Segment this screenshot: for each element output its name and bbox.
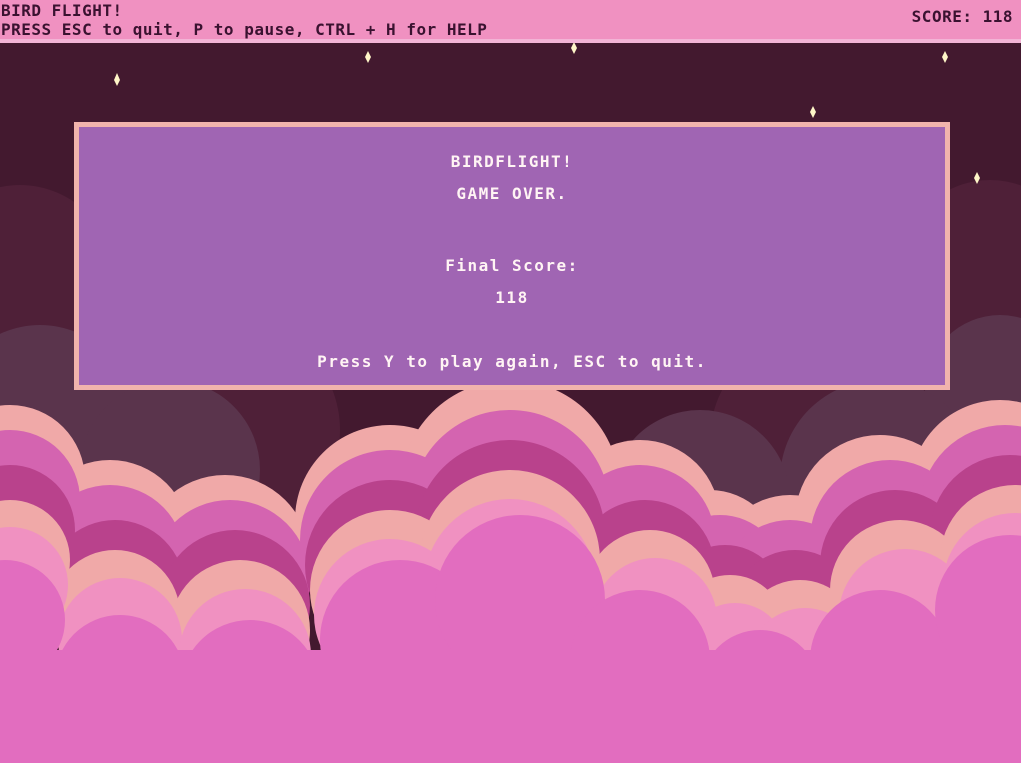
final-score-value: 118: [495, 288, 529, 307]
dialog-title: BIRDFLIGHT!: [450, 152, 574, 171]
game-over-dialog: BIRDFLIGHT! GAME OVER. Final Score: 118 …: [74, 122, 950, 390]
hud-bar: BIRD FLIGHT! PRESS ESC to quit, P to pau…: [0, 0, 1021, 43]
game-window[interactable]: BIRD FLIGHT! PRESS ESC to quit, P to pau…: [0, 0, 1021, 763]
score-readout: SCORE: 118: [911, 7, 1013, 26]
controls-help-text: PRESS ESC to quit, P to pause, CTRL + H …: [1, 20, 488, 39]
play-again-prompt: Press Y to play again, ESC to quit.: [317, 352, 707, 371]
final-score-label: Final Score:: [445, 256, 579, 275]
game-title: BIRD FLIGHT!: [1, 1, 123, 20]
game-over-status: GAME OVER.: [456, 184, 568, 203]
